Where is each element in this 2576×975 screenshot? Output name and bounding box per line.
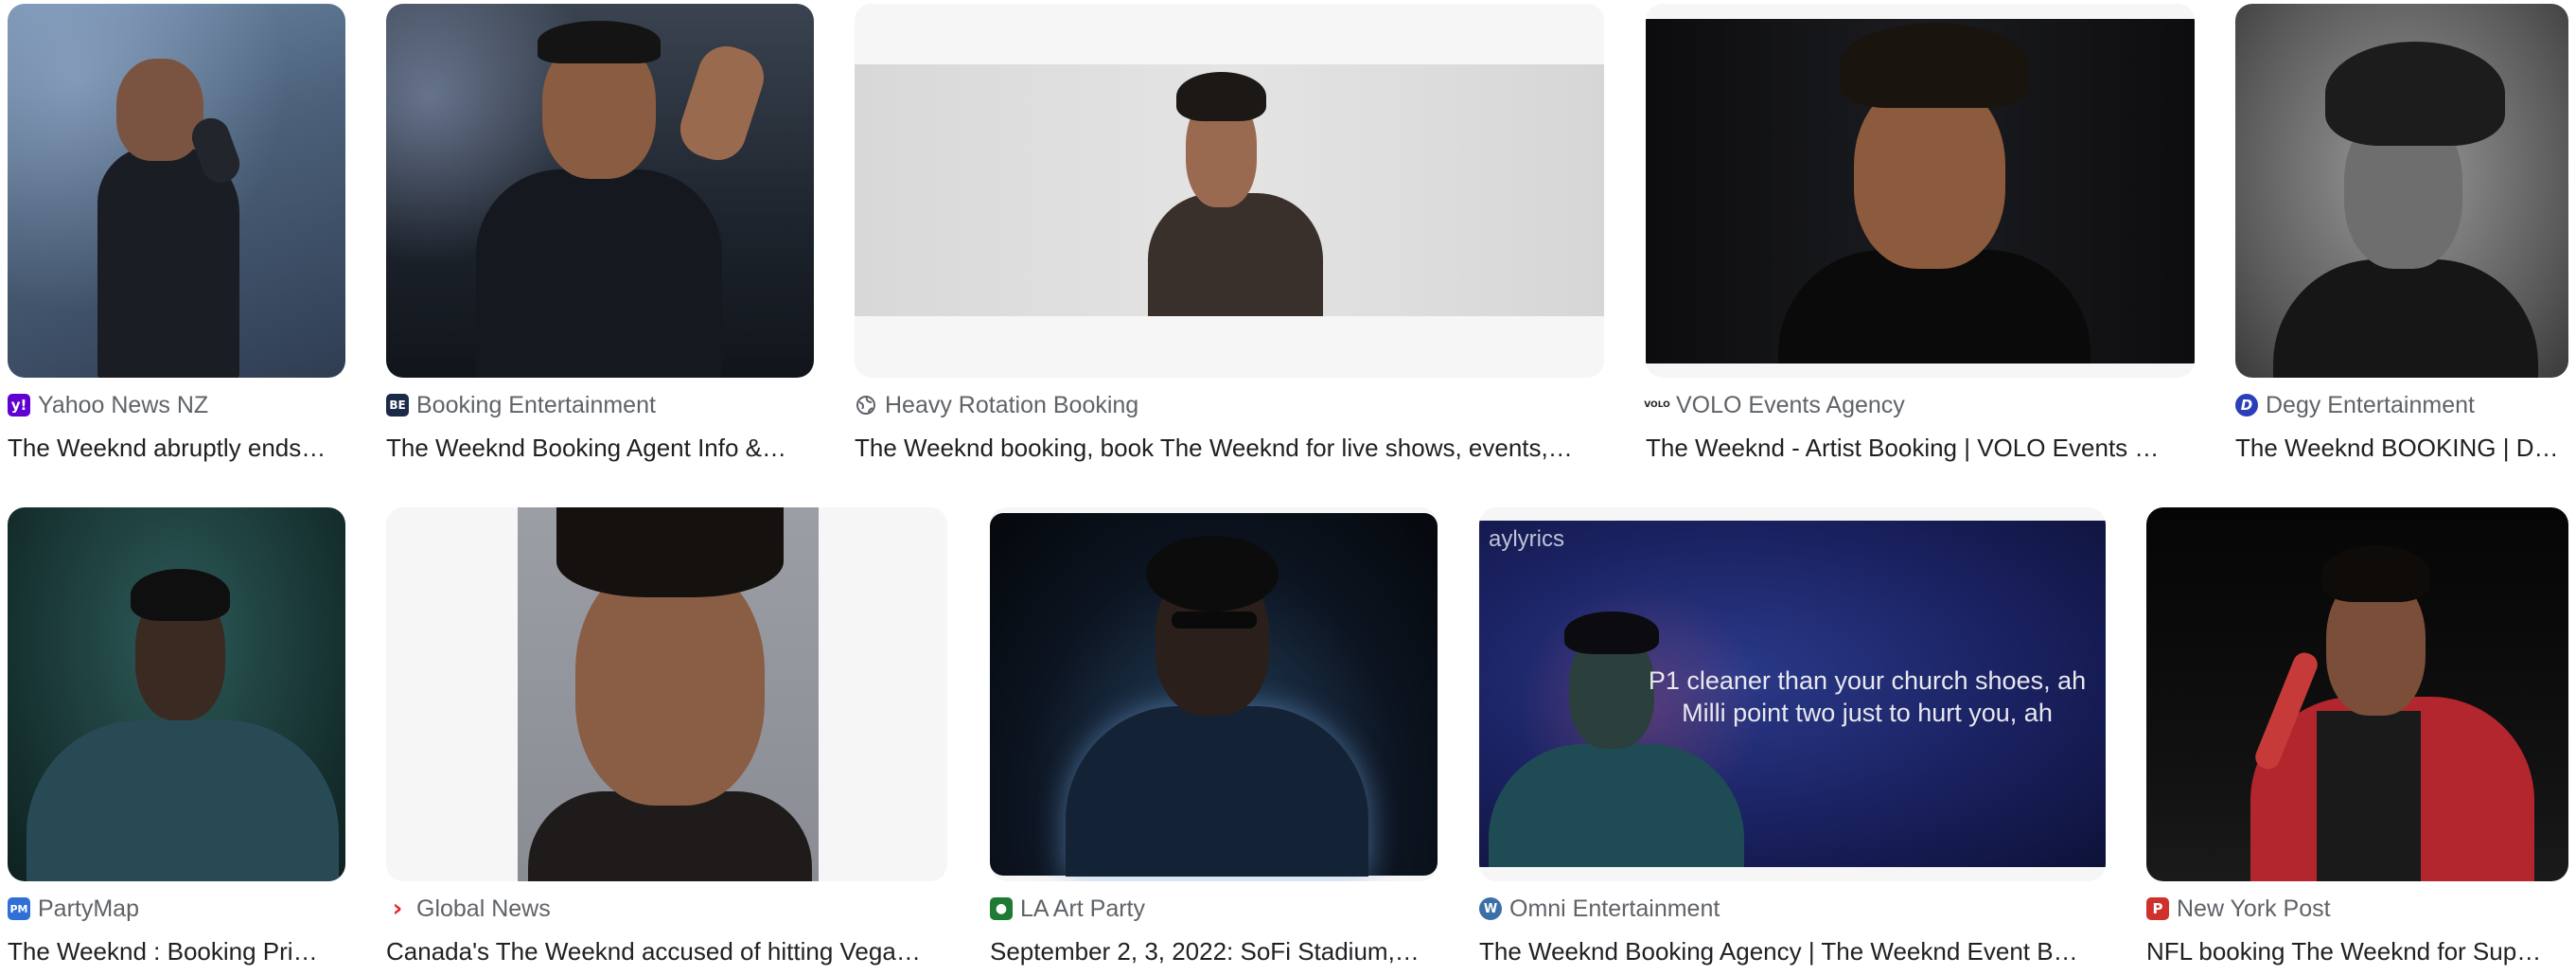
la-art-party-icon: ● <box>990 897 1013 920</box>
result-thumbnail[interactable] <box>855 4 1604 378</box>
partymap-icon: PM <box>8 897 30 920</box>
result-source[interactable]: Heavy Rotation Booking <box>855 390 1138 420</box>
result-title[interactable]: The Weeknd Booking Agency | The Weeknd E… <box>1479 935 2106 967</box>
source-name: Booking Entertainment <box>416 391 656 418</box>
lyric-line: P1 cleaner than your church shoes, ah <box>1648 666 2087 695</box>
volo-icon: VOLO <box>1644 400 1670 410</box>
performer-silhouette <box>1489 744 1744 867</box>
result-thumbnail[interactable] <box>8 507 345 881</box>
yahoo-icon: y! <box>8 394 30 417</box>
result-title[interactable]: The Weeknd abruptly ends… <box>8 432 345 464</box>
watermark-text: aylyrics <box>1489 526 1565 552</box>
result-source[interactable]: W Omni Entertainment <box>1479 894 1720 924</box>
source-name: Heavy Rotation Booking <box>885 391 1139 418</box>
result-source[interactable]: ● LA Art Party <box>990 894 1145 924</box>
result-thumbnail[interactable] <box>386 507 947 881</box>
source-name: New York Post <box>2177 895 2331 922</box>
result-title[interactable]: The Weeknd - Artist Booking | VOLO Event… <box>1646 432 2180 464</box>
result-title[interactable]: NFL booking The Weeknd for Sup… <box>2146 935 2568 967</box>
result-thumbnail[interactable]: aylyrics P1 cleaner than your church sho… <box>1479 507 2106 881</box>
result-thumbnail[interactable] <box>2235 4 2568 378</box>
result-thumbnail[interactable] <box>386 4 814 378</box>
lyric-line: Milli point two just to hurt you, ah <box>1682 699 2053 727</box>
source-name: Omni Entertainment <box>1509 895 1720 922</box>
result-thumbnail[interactable] <box>2146 507 2568 881</box>
performer-silhouette <box>26 720 339 881</box>
result-title[interactable]: September 2, 3, 2022: SoFi Stadium,… <box>990 935 1438 967</box>
result-thumbnail[interactable] <box>1646 4 2195 378</box>
result-source[interactable]: › Global News <box>386 894 551 924</box>
global-news-icon: › <box>392 895 403 923</box>
performer-silhouette <box>476 169 722 378</box>
source-name: Degy Entertainment <box>2266 391 2475 418</box>
source-name: VOLO Events Agency <box>1676 391 1905 418</box>
booking-entertainment-icon: BE <box>386 394 409 417</box>
result-source[interactable]: VOLO VOLO Events Agency <box>1644 390 1905 420</box>
result-source[interactable]: D Degy Entertainment <box>2235 390 2475 420</box>
result-thumbnail[interactable] <box>990 507 1438 881</box>
lyrics-caption: P1 cleaner than your church shoes, ah Mi… <box>1640 665 2094 729</box>
result-title[interactable]: The Weeknd BOOKING | D… <box>2235 432 2568 464</box>
result-source[interactable]: PM PartyMap <box>8 894 139 924</box>
result-thumbnail[interactable] <box>8 4 345 378</box>
source-name: Global News <box>416 895 551 922</box>
result-source[interactable]: BE Booking Entertainment <box>386 390 656 420</box>
wordpress-icon: W <box>1479 897 1502 920</box>
result-title[interactable]: Canada's The Weeknd accused of hitting V… <box>386 935 947 967</box>
result-title[interactable]: The Weeknd Booking Agent Info &… <box>386 432 814 464</box>
performer-head <box>116 59 203 161</box>
source-name: PartyMap <box>38 895 139 922</box>
performer-head <box>1854 80 2005 269</box>
result-title[interactable]: The Weeknd booking, book The Weeknd for … <box>855 432 1604 464</box>
degy-icon: D <box>2235 394 2258 417</box>
performer-silhouette <box>1066 706 1368 877</box>
new-york-post-icon: P <box>2146 897 2169 920</box>
source-name: Yahoo News NZ <box>38 391 209 418</box>
performer-silhouette <box>2273 259 2538 378</box>
result-source[interactable]: P New York Post <box>2146 894 2331 924</box>
performer-silhouette <box>1148 193 1323 316</box>
source-name: LA Art Party <box>1020 895 1146 922</box>
globe-icon <box>855 394 877 417</box>
result-source[interactable]: y! Yahoo News NZ <box>8 390 208 420</box>
result-title[interactable]: The Weeknd : Booking Pri… <box>8 935 345 967</box>
